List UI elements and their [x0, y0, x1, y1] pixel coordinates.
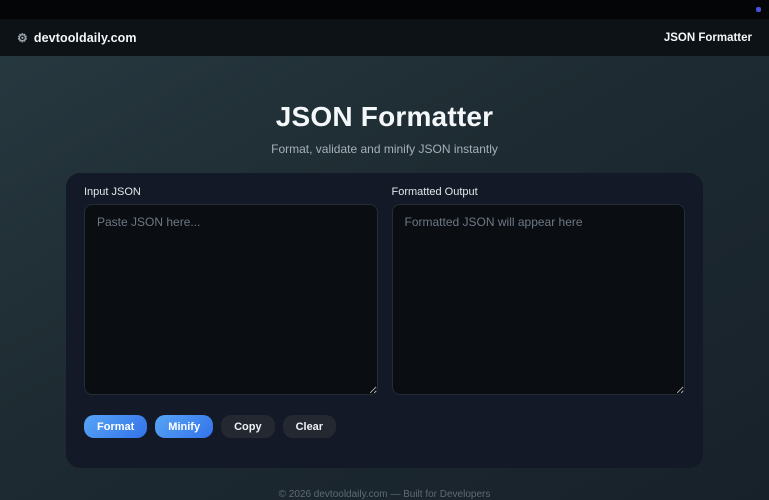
copy-button[interactable]: Copy	[221, 415, 275, 438]
site-brand[interactable]: ⚙ devtooldaily.com	[17, 31, 137, 45]
gear-icon: ⚙	[17, 30, 28, 45]
formatter-card: Input JSON Formatted Output Format Minif…	[66, 173, 703, 468]
page-subtitle: Format, validate and minify JSON instant…	[271, 142, 498, 156]
hero-section: JSON Formatter Format, validate and mini…	[0, 101, 769, 156]
main-content: JSON Formatter Format, validate and mini…	[0, 101, 769, 500]
clear-button[interactable]: Clear	[282, 415, 337, 438]
minify-button[interactable]: Minify	[155, 415, 214, 438]
nav-page-title: JSON Formatter	[663, 31, 752, 44]
favicon-dot	[756, 7, 761, 12]
output-pane: Formatted Output	[391, 186, 685, 400]
site-brand-label: devtooldaily.com	[33, 30, 137, 45]
action-buttons: Format Minify Copy Clear	[84, 415, 685, 438]
window-top-strip	[0, 0, 769, 19]
formatted-output-textarea[interactable]	[391, 204, 685, 395]
formatted-output-label: Formatted Output	[391, 186, 478, 198]
site-navbar: ⚙ devtooldaily.com JSON Formatter	[0, 19, 769, 56]
format-button[interactable]: Format	[84, 415, 148, 438]
page-title: JSON Formatter	[275, 101, 494, 132]
footer-text: © 2026 devtooldaily.com — Built for Deve…	[278, 489, 491, 500]
input-pane: Input JSON	[84, 186, 378, 400]
input-json-label: Input JSON	[84, 186, 141, 198]
input-json-textarea[interactable]	[84, 204, 378, 395]
